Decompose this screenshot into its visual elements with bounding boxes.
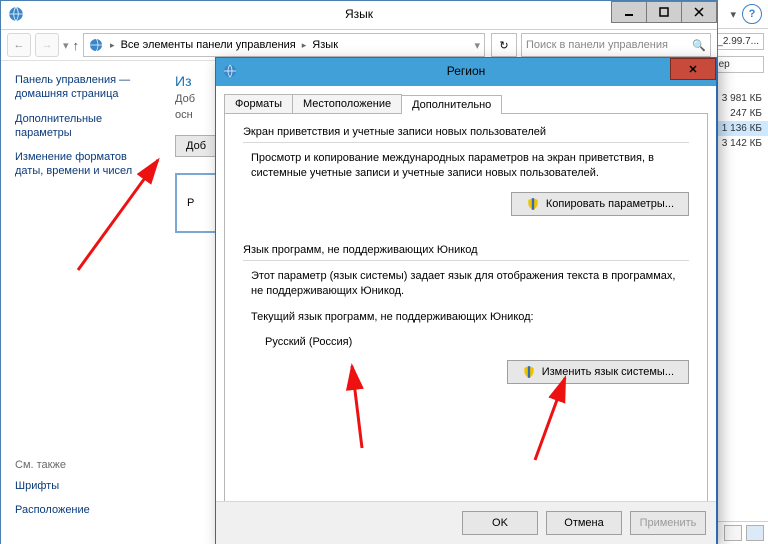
close-button[interactable] bbox=[681, 1, 717, 23]
search-icon: 🔍 bbox=[692, 39, 706, 52]
control-panel-icon bbox=[88, 37, 104, 53]
sidebar-item-advanced[interactable]: Дополнительные параметры bbox=[15, 112, 143, 141]
breadcrumb[interactable]: Все элементы панели управления bbox=[121, 39, 296, 51]
control-panel-icon bbox=[7, 5, 25, 23]
sidebar-item-location[interactable]: Расположение bbox=[15, 503, 143, 517]
copy-settings-button[interactable]: Копировать параметры... bbox=[511, 192, 689, 216]
chevron-right-icon: ▸ bbox=[108, 40, 117, 51]
uac-shield-icon bbox=[522, 365, 536, 379]
up-button[interactable]: ↑ bbox=[73, 38, 80, 53]
back-button[interactable]: ← bbox=[7, 33, 31, 57]
tab-location[interactable]: Местоположение bbox=[292, 94, 402, 113]
dialog-close-button[interactable]: ✕ bbox=[670, 58, 716, 80]
recent-locations-icon[interactable]: ▾ bbox=[63, 39, 69, 52]
add-language-button[interactable]: Доб bbox=[175, 135, 217, 157]
window-title: Язык bbox=[345, 7, 373, 21]
dialog-title: Регион bbox=[447, 64, 486, 78]
region-dialog: Регион ✕ Форматы Местоположение Дополнит… bbox=[215, 57, 717, 544]
ok-button[interactable]: OK bbox=[462, 511, 538, 535]
tab-advanced[interactable]: Дополнительно bbox=[401, 95, 502, 114]
sidebar-footer-header: См. также bbox=[15, 459, 143, 471]
cancel-button[interactable]: Отмена bbox=[546, 511, 622, 535]
view-icon-2[interactable] bbox=[746, 525, 764, 541]
search-input[interactable]: Поиск в панели управления 🔍 bbox=[521, 33, 711, 57]
globe-icon bbox=[222, 63, 238, 79]
group-welcome-text: Просмотр и копирование международных пар… bbox=[251, 151, 689, 182]
current-locale-label: Текущий язык программ, не поддерживающих… bbox=[251, 310, 689, 325]
tab-strip: Форматы Местоположение Дополнительно bbox=[224, 94, 708, 113]
view-icon-1[interactable] bbox=[724, 525, 742, 541]
minimize-button[interactable] bbox=[611, 1, 647, 23]
chevron-right-icon: ▸ bbox=[300, 40, 309, 51]
maximize-button[interactable] bbox=[646, 1, 682, 23]
apply-button[interactable]: Применить bbox=[630, 511, 706, 535]
forward-button[interactable]: → bbox=[35, 33, 59, 57]
sidebar-item-home[interactable]: Панель управления — домашняя страница bbox=[15, 73, 143, 102]
tab-formats[interactable]: Форматы bbox=[224, 94, 293, 113]
sidebar-item-fonts[interactable]: Шрифты bbox=[15, 479, 143, 493]
dialog-titlebar: Регион ✕ bbox=[216, 58, 716, 86]
group-nonunicode-text: Этот параметр (язык системы) задает язык… bbox=[251, 269, 689, 300]
current-locale-value: Русский (Россия) bbox=[265, 335, 689, 350]
group-welcome-title: Экран приветствия и учетные записи новых… bbox=[243, 126, 689, 138]
tab-panel-advanced: Экран приветствия и учетные записи новых… bbox=[224, 113, 708, 537]
dialog-footer: OK Отмена Применить bbox=[216, 501, 716, 544]
search-placeholder: Поиск в панели управления bbox=[526, 39, 668, 51]
refresh-button[interactable]: ↻ bbox=[491, 33, 517, 57]
chevron-down-icon[interactable]: ▾ bbox=[730, 8, 736, 21]
sidebar: Панель управления — домашняя страница До… bbox=[1, 61, 157, 544]
uac-shield-icon bbox=[526, 197, 540, 211]
chevron-down-icon[interactable]: ▾ bbox=[474, 39, 480, 52]
sidebar-item-formats[interactable]: Изменение форматов даты, времени и чисел bbox=[15, 150, 143, 179]
help-icon[interactable]: ? bbox=[742, 4, 762, 24]
address-bar[interactable]: ▸ Все элементы панели управления ▸ Язык … bbox=[83, 33, 485, 57]
group-nonunicode-title: Язык программ, не поддерживающих Юникод bbox=[243, 244, 689, 256]
change-system-locale-button[interactable]: Изменить язык системы... bbox=[507, 360, 689, 384]
breadcrumb[interactable]: Язык bbox=[312, 39, 338, 51]
